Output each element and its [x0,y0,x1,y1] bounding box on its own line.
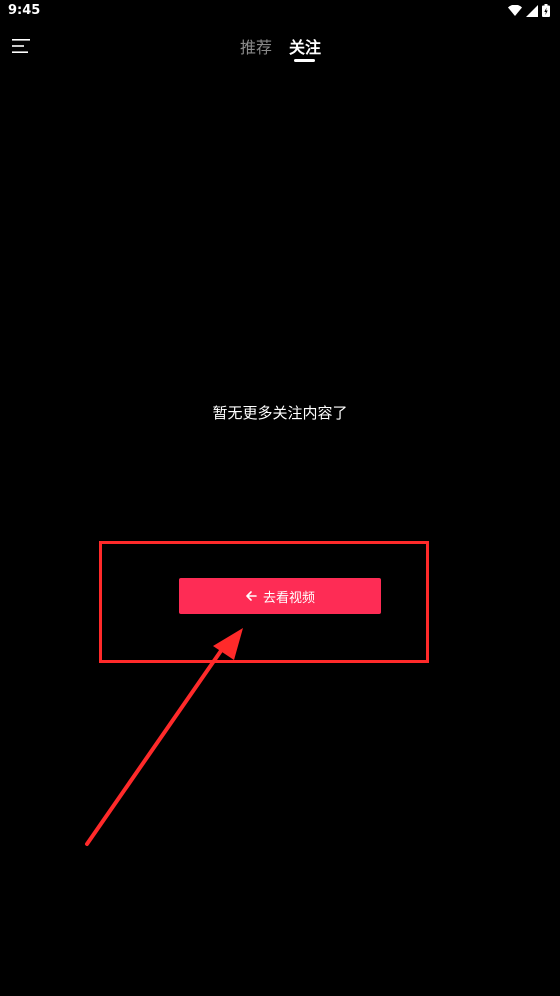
active-tab-indicator [294,59,315,62]
wifi-icon [508,5,522,16]
top-tabs: 推荐 关注 [0,34,560,64]
go-watch-videos-button[interactable]: 去看视频 [179,578,381,614]
screen: 9:45 推荐 关注 暂无更多关注内容了 去看视频 [0,0,560,996]
tab-follow[interactable]: 关注 [289,34,321,58]
status-time: 9:45 [8,3,41,18]
tab-recommend[interactable]: 推荐 [240,34,272,58]
battery-icon [542,4,550,17]
signal-icon [526,4,538,17]
arrow-left-icon [246,591,257,601]
status-bar: 9:45 [0,0,560,24]
empty-state-message: 暂无更多关注内容了 [212,404,348,422]
go-watch-videos-label: 去看视频 [262,590,315,606]
status-icons [508,4,550,17]
annotation-pointer-arrow [85,628,243,846]
